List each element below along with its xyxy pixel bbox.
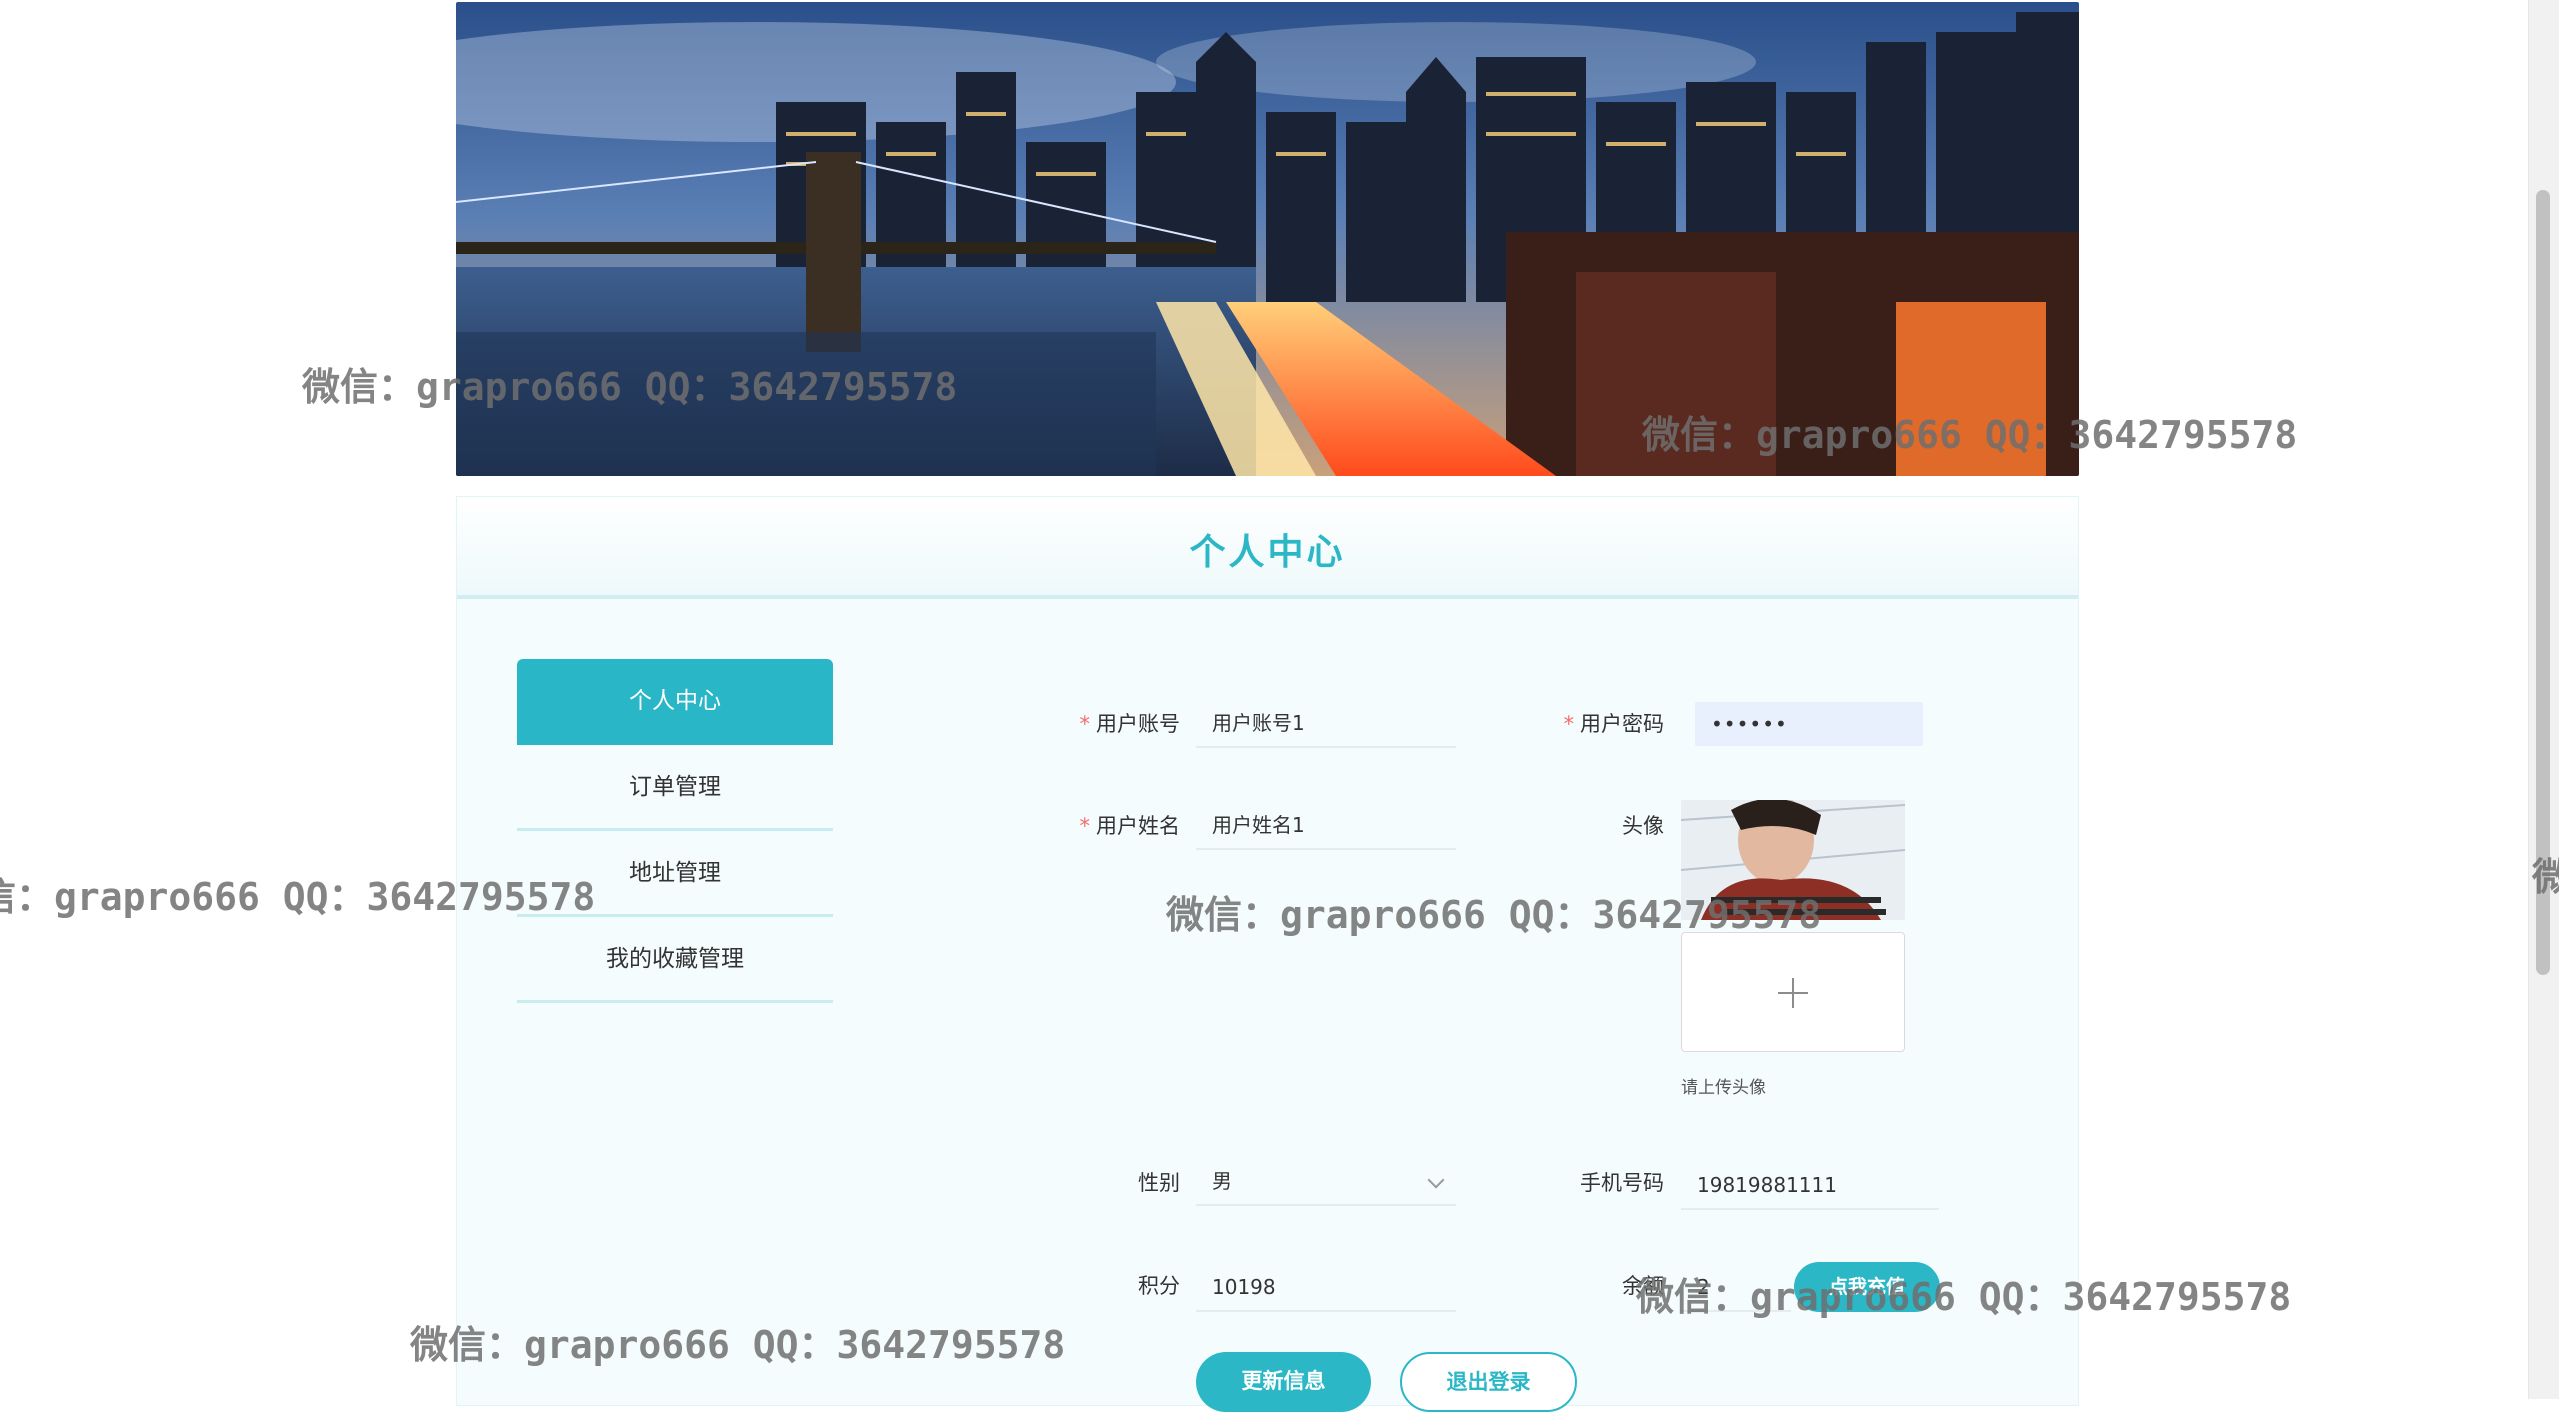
city-night-banner-image	[456, 2, 2079, 476]
points-label: 积分	[1138, 1274, 1180, 1298]
required-mark: *	[1079, 814, 1091, 838]
avatar-upload-box[interactable]	[1681, 932, 1905, 1052]
update-info-button[interactable]: 更新信息	[1196, 1352, 1371, 1412]
password-label: * 用户密码	[1494, 708, 1665, 738]
panel-title: 个人中心	[1189, 532, 1346, 573]
name-label: * 用户姓名	[1010, 810, 1181, 840]
avatar-upload-tip: 请上传头像	[1681, 1078, 1766, 1098]
account-input[interactable]: 用户账号1	[1196, 698, 1456, 748]
gender-label: 性别	[1138, 1171, 1180, 1195]
password-label-text: 用户密码	[1580, 712, 1664, 736]
name-input[interactable]: 用户姓名1	[1196, 800, 1456, 850]
banner-carousel	[456, 2, 2079, 476]
password-input[interactable]: ••••••	[1695, 702, 1923, 746]
menu-item-favorites-management[interactable]: 我的收藏管理	[517, 917, 833, 1003]
side-menu: 个人中心 订单管理 地址管理 我的收藏管理	[517, 659, 833, 1003]
avatar-label: 头像	[1622, 814, 1664, 838]
menu-item-address-management[interactable]: 地址管理	[517, 831, 833, 917]
required-mark: *	[1563, 712, 1575, 736]
points-input[interactable]: 10198	[1196, 1262, 1456, 1312]
required-mark: *	[1079, 712, 1091, 736]
chevron-down-icon	[1427, 1171, 1445, 1189]
menu-item-personal-center[interactable]: 个人中心	[517, 659, 833, 745]
phone-label: 手机号码	[1580, 1171, 1664, 1195]
balance-input[interactable]: 2	[1681, 1262, 1791, 1312]
account-label-text: 用户账号	[1096, 712, 1180, 736]
gender-select[interactable]: 男	[1196, 1156, 1456, 1206]
avatar-image[interactable]	[1681, 800, 1905, 920]
logout-button[interactable]: 退出登录	[1400, 1352, 1577, 1412]
plus-icon-vertical	[1792, 978, 1794, 1008]
account-label: * 用户账号	[1010, 708, 1181, 738]
balance-label: 余额	[1622, 1274, 1664, 1298]
name-label-text: 用户姓名	[1096, 814, 1180, 838]
recharge-button[interactable]: 点我充值	[1794, 1262, 1940, 1312]
avatar-photo	[1681, 800, 1905, 920]
scrollbar-thumb[interactable]	[2536, 190, 2550, 975]
panel-header: 个人中心	[457, 497, 2078, 599]
menu-item-order-management[interactable]: 订单管理	[517, 745, 833, 831]
phone-input[interactable]: 19819881111	[1681, 1160, 1939, 1210]
gender-select-value: 男	[1212, 1169, 1232, 1193]
